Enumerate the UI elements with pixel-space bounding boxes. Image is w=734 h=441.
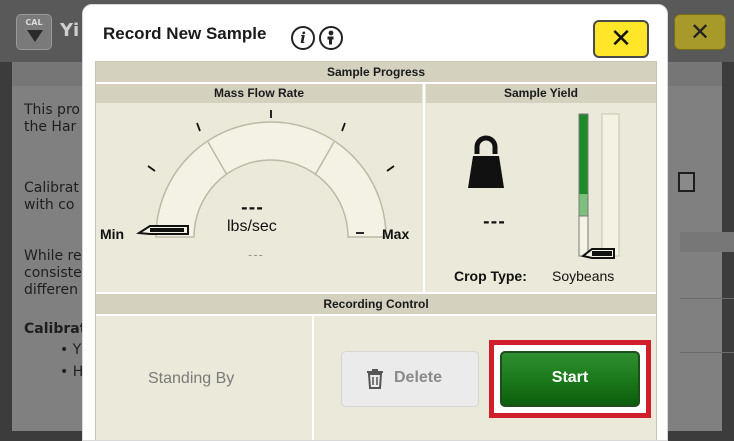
crop-type-label: Crop Type: — [454, 268, 527, 284]
sample-yield-header: Sample Yield — [426, 84, 656, 103]
mass-flow-sub-value: --- — [248, 248, 264, 262]
chevron-down-icon — [27, 30, 43, 42]
background-text-line: Calibrat — [24, 180, 79, 196]
divider — [96, 314, 656, 316]
mass-flow-value: --- — [241, 198, 264, 217]
background-text-line: with co — [24, 197, 75, 213]
divider — [312, 316, 314, 440]
background-text-line: consiste — [24, 265, 82, 281]
background-checkbox[interactable] — [678, 172, 695, 192]
background-left-edge — [0, 62, 12, 441]
record-new-sample-dialog: Record New Sample i ✕ Sample Progress Ma… — [82, 4, 668, 441]
yield-bar-fill-dark — [579, 114, 588, 194]
info-icon[interactable]: i — [291, 26, 315, 50]
divider — [423, 82, 425, 294]
gauge-max-label: Max — [382, 226, 410, 242]
dialog-header: Record New Sample i ✕ — [83, 5, 667, 58]
sample-yield-value: --- — [483, 212, 506, 231]
close-button[interactable]: ✕ — [593, 20, 649, 58]
background-close-button[interactable]: ✕ — [674, 14, 726, 50]
gauge-tick — [147, 165, 156, 172]
gauge-min-label: Min — [100, 226, 125, 242]
close-icon: ✕ — [610, 24, 632, 54]
background-text-line: differen — [24, 282, 78, 298]
delete-button-label: Delete — [394, 369, 443, 386]
close-icon: ✕ — [689, 18, 711, 46]
dialog-title: Record New Sample — [103, 24, 267, 43]
recording-status: Standing By — [148, 370, 235, 387]
background-text-heading: Calibrat — [24, 321, 87, 337]
background-text-line: the Har — [24, 119, 77, 135]
yield-bar-fill-light — [579, 194, 588, 216]
start-button[interactable]: Start — [500, 351, 640, 407]
calibration-icon-label: CAL — [25, 18, 43, 27]
gauge-tick — [196, 122, 201, 132]
trash-icon — [367, 369, 383, 389]
person-info-icon — [327, 30, 334, 45]
background-right-bar — [680, 232, 734, 252]
start-button-highlight: Start — [489, 340, 651, 418]
calibration-menu-icon[interactable]: CAL — [16, 14, 52, 50]
mass-flow-unit: lbs/sec — [227, 218, 277, 235]
background-divider — [680, 352, 734, 353]
mass-flow-gauge — [135, 110, 395, 238]
recording-control-header: Recording Control — [96, 294, 656, 314]
background-bullet-item: • H — [60, 364, 84, 380]
info-detail-icon[interactable] — [319, 26, 343, 50]
gauge-tick — [341, 122, 346, 132]
start-button-label: Start — [551, 369, 589, 386]
background-page-title: Yi — [60, 20, 80, 41]
weight-icon — [468, 135, 504, 188]
background-divider — [680, 298, 734, 299]
gauge-tick — [386, 165, 395, 172]
sample-progress-header: Sample Progress — [96, 62, 656, 82]
gauge-needle-icon — [135, 225, 189, 235]
background-bullet-item: • Y — [60, 342, 82, 358]
dialog-body: Sample Progress Mass Flow Rate Sample Yi… — [95, 61, 657, 440]
mass-flow-rate-header: Mass Flow Rate — [96, 84, 422, 103]
sample-yield-bar — [578, 113, 620, 259]
crop-type-value: Soybeans — [552, 268, 615, 284]
delete-button[interactable]: Delete — [341, 351, 479, 407]
background-text-line: While re — [24, 248, 82, 264]
background-text-line: This pro — [24, 102, 80, 118]
